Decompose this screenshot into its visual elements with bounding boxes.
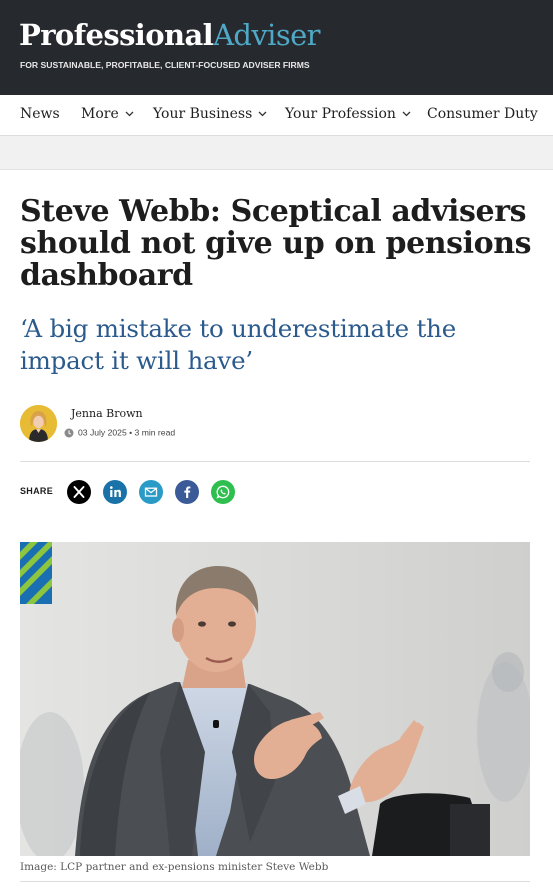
article-title: Steve Webb: Sceptical advisers should no… [20, 194, 532, 293]
site-tagline: FOR SUSTAINABLE, PROFITABLE, CLIENT-FOCU… [20, 60, 310, 70]
divider [20, 461, 530, 462]
nav-item-label: Your Profession [285, 106, 396, 122]
site-logo[interactable]: ProfessionalAdviser [19, 18, 321, 52]
nav-item-more[interactable]: More [81, 95, 134, 135]
linkedin-icon [110, 486, 121, 497]
chevron-down-icon [125, 111, 134, 117]
author-name[interactable]: Jenna Brown [71, 407, 143, 420]
nav-item-your-business[interactable]: Your Business [153, 95, 267, 135]
email-icon [144, 487, 158, 497]
nav-item-consumer-duty[interactable]: Consumer Duty [427, 95, 538, 135]
whatsapp-icon [216, 485, 230, 499]
article-meta: 03 July 2025 • 3 min read [64, 427, 175, 438]
main-nav: News More Your Business Your Profession … [0, 95, 553, 136]
share-label: SHARE [20, 486, 54, 496]
nav-item-label: Your Business [153, 106, 253, 122]
share-x-button[interactable] [67, 480, 91, 504]
facebook-icon [184, 486, 191, 498]
author-photo [20, 405, 57, 442]
meta-separator: • [126, 427, 135, 438]
logo-text-adviser: Adviser [213, 18, 320, 52]
nav-item-label: News [20, 106, 60, 122]
share-linkedin-button[interactable] [103, 480, 127, 504]
image-caption: Image: LCP partner and ex-pensions minis… [20, 861, 329, 873]
nav-item-label: Consumer Duty [427, 106, 538, 122]
chevron-down-icon [258, 111, 267, 117]
nav-item-label: More [81, 106, 119, 122]
author-avatar[interactable] [20, 405, 57, 442]
chevron-down-icon [402, 111, 411, 117]
article-read-time: 3 min read [134, 427, 176, 438]
logo-text-professional: Professional [19, 18, 214, 52]
nav-item-your-profession[interactable]: Your Profession [285, 95, 411, 135]
x-icon [73, 486, 85, 498]
article-hero-image[interactable] [20, 542, 530, 856]
clock-icon [64, 428, 74, 438]
share-facebook-button[interactable] [175, 480, 199, 504]
share-whatsapp-button[interactable] [211, 480, 235, 504]
nav-item-news[interactable]: News [20, 95, 60, 135]
article-date: 03 July 2025 [78, 427, 127, 438]
share-email-button[interactable] [139, 480, 163, 504]
ad-band [0, 136, 553, 170]
article-subtitle: ‘A big mistake to underestimate the impa… [20, 314, 457, 375]
divider [20, 881, 530, 882]
site-header: ProfessionalAdviser FOR SUSTAINABLE, PRO… [0, 0, 553, 95]
steve-webb-photo [20, 542, 530, 856]
